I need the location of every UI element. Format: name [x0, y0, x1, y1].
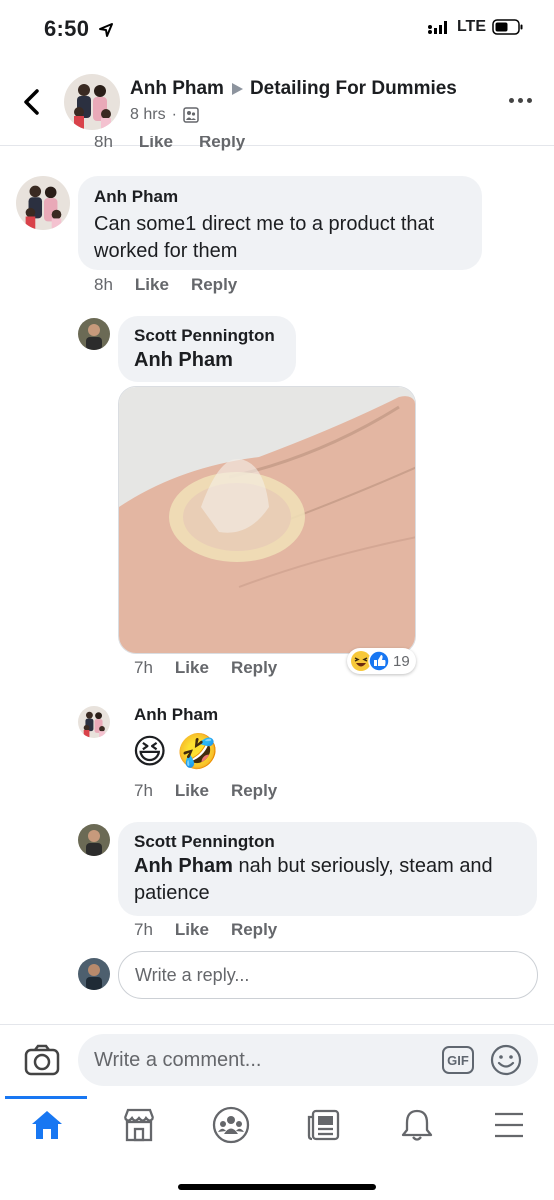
post-time: 8 hrs — [130, 106, 166, 123]
like-link[interactable]: Like — [175, 658, 209, 678]
post-title: Anh Pham Detailing For Dummies — [130, 78, 457, 100]
attached-photo[interactable] — [118, 386, 416, 654]
like-link[interactable]: Like — [175, 781, 209, 801]
reaction-summary[interactable]: 19 — [347, 648, 416, 674]
mention-link[interactable]: Anh Pham — [134, 347, 280, 374]
news-icon — [307, 1109, 340, 1141]
nav-groups[interactable] — [212, 1106, 250, 1144]
author-avatar[interactable] — [64, 74, 120, 130]
reply-author[interactable]: Anh Pham — [134, 705, 218, 725]
reply-link[interactable]: Reply — [231, 781, 277, 801]
reply-author[interactable]: Scott Pennington — [134, 832, 521, 852]
camera-icon[interactable] — [24, 1044, 60, 1076]
menu-icon — [495, 1112, 523, 1138]
emoji-icon[interactable] — [490, 1044, 522, 1076]
emoji-message: 😆 🤣 — [132, 733, 220, 771]
reply-avatar[interactable] — [78, 318, 110, 350]
reply-bubble[interactable]: Scott Pennington Anh Pham — [118, 316, 296, 382]
reply-link[interactable]: Reply — [231, 920, 277, 940]
reply-link[interactable]: Reply — [231, 658, 277, 678]
comment-author[interactable]: Anh Pham — [94, 187, 466, 207]
reply-actions: 7h Like Reply — [134, 658, 277, 678]
nav-notifications[interactable] — [398, 1106, 436, 1144]
gif-icon[interactable]: GIF — [442, 1046, 474, 1074]
reply-time: 7h — [134, 781, 153, 800]
reply-author[interactable]: Scott Pennington — [134, 326, 280, 346]
person-photo-icon — [78, 318, 110, 350]
reply-link[interactable]: Reply — [191, 275, 237, 295]
mention-link[interactable]: Anh Pham — [134, 855, 233, 877]
like-link[interactable]: Like — [175, 920, 209, 940]
signal-icon — [427, 21, 447, 34]
comment-text: Can some1 direct me to a product that wo… — [94, 213, 435, 262]
bell-icon — [401, 1109, 433, 1141]
post-meta: 8 hrs · — [130, 106, 199, 124]
nav-news[interactable] — [304, 1106, 342, 1144]
groups-icon — [212, 1106, 250, 1144]
marketplace-icon — [123, 1108, 155, 1142]
like-link[interactable]: Like — [139, 136, 173, 152]
reply-avatar[interactable] — [78, 706, 110, 738]
home-indicator — [178, 1184, 376, 1190]
family-photo-icon — [64, 74, 120, 130]
location-icon — [98, 23, 113, 38]
like-reaction-icon — [368, 650, 390, 672]
more-options-icon[interactable] — [509, 98, 532, 103]
reply-placeholder: Write a reply... — [135, 964, 250, 985]
network-label: LTE — [456, 18, 486, 35]
comment-placeholder: Write a comment... — [94, 1048, 262, 1071]
header-group[interactable]: Detailing For Dummies — [250, 78, 457, 100]
battery-icon — [492, 19, 523, 35]
reply-input[interactable]: Write a reply... — [118, 951, 538, 999]
comment-bubble[interactable]: Anh Pham Can some1 direct me to a produc… — [78, 176, 482, 270]
reply-link[interactable]: Reply — [199, 136, 245, 152]
status-indicators: LTE — [427, 18, 524, 36]
person-photo-icon — [78, 958, 110, 990]
reaction-count: 19 — [393, 652, 410, 670]
commenter-avatar[interactable] — [16, 176, 70, 230]
family-photo-icon — [16, 176, 70, 230]
current-user-avatar — [78, 958, 110, 990]
status-time: 6:50 — [44, 16, 114, 42]
person-photo-icon — [78, 824, 110, 856]
hand-photo-icon — [119, 387, 415, 653]
family-photo-icon — [78, 706, 110, 738]
reply-actions: 7h Like Reply — [134, 781, 277, 801]
back-icon[interactable] — [20, 88, 44, 116]
comment-actions: 8h Like Reply — [94, 275, 237, 295]
nav-home[interactable] — [28, 1106, 66, 1144]
reply-avatar[interactable] — [78, 824, 110, 856]
comment-time: 8h — [94, 136, 113, 151]
reply-time: 7h — [134, 920, 153, 939]
comment-time: 8h — [94, 275, 113, 294]
group-visibility-icon — [183, 107, 199, 123]
nav-menu[interactable] — [490, 1106, 528, 1144]
header-author[interactable]: Anh Pham — [130, 78, 224, 100]
reply-bubble[interactable]: Scott Pennington Anh Pham nah but seriou… — [118, 822, 537, 916]
home-icon — [32, 1111, 62, 1139]
like-link[interactable]: Like — [135, 275, 169, 295]
nav-marketplace[interactable] — [120, 1106, 158, 1144]
reply-actions: 7h Like Reply — [134, 920, 277, 940]
caret-right-icon — [231, 83, 243, 95]
reply-time: 7h — [134, 658, 153, 677]
active-tab-indicator — [5, 1096, 87, 1099]
reply-text: Anh Pham nah but seriously, steam and pa… — [134, 855, 493, 904]
previous-comment-actions: 8h Like Reply — [94, 136, 245, 152]
